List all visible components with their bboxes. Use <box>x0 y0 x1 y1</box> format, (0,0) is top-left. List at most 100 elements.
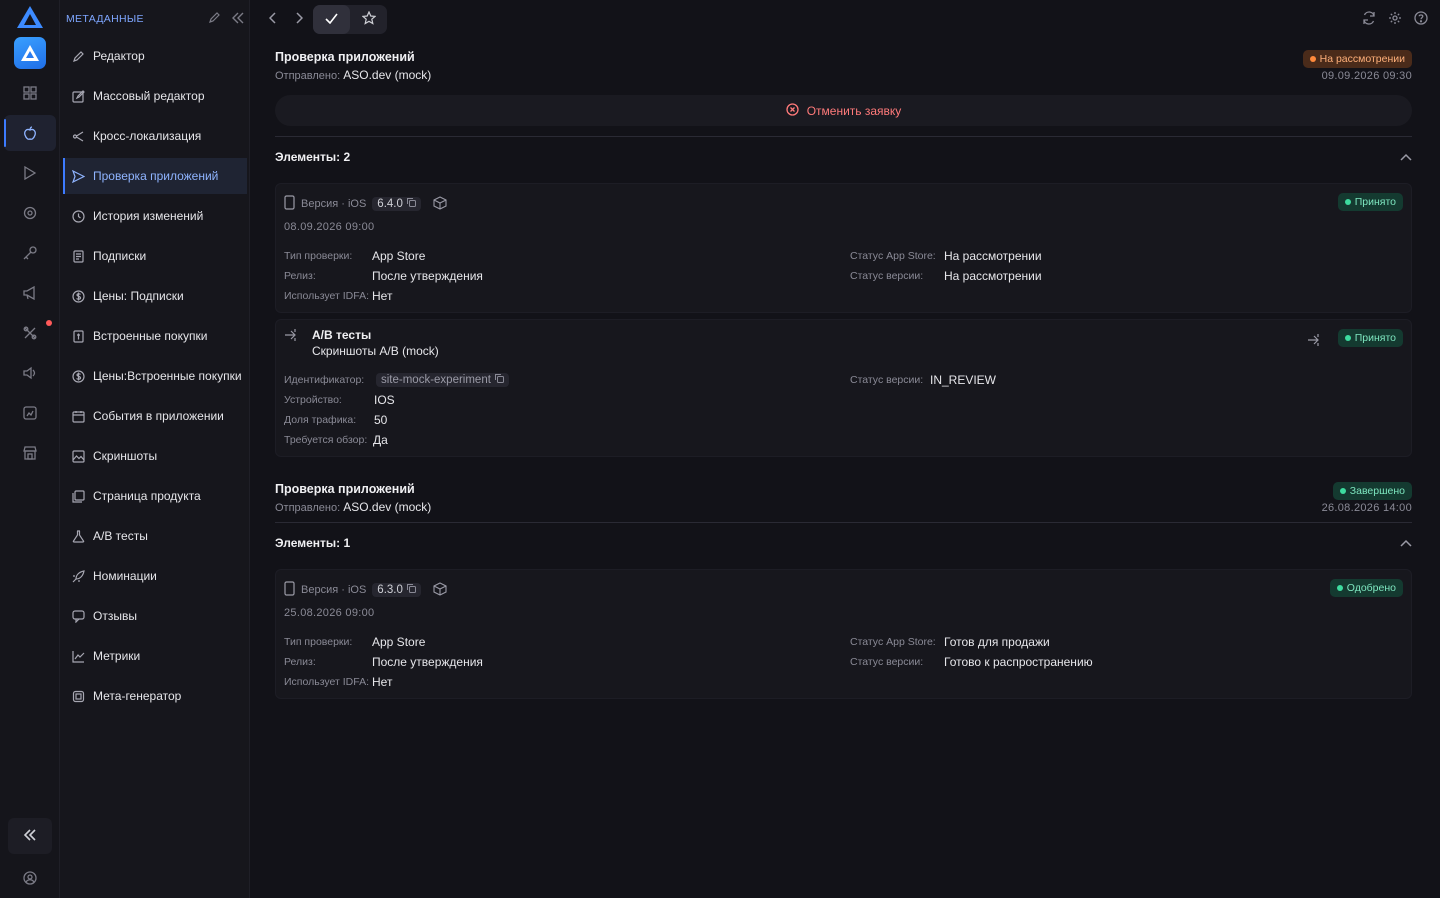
back-button[interactable] <box>264 10 282 28</box>
double-chevron-left-icon <box>23 828 37 844</box>
package-icon[interactable] <box>433 581 447 599</box>
key-icon[interactable] <box>20 243 40 263</box>
send-icon <box>71 169 85 183</box>
flask-icon <box>71 529 85 543</box>
dollar-circle-icon <box>71 289 85 303</box>
review-date: 09.09.2026 09:30 <box>1321 70 1412 82</box>
user-circle-icon[interactable] <box>20 868 40 888</box>
sidebar-item-ab-tests[interactable]: A/B тесты <box>63 518 247 554</box>
package-icon[interactable] <box>433 195 447 213</box>
ab-test-subtitle: Скриншоты A/B (mock) <box>312 344 439 358</box>
version-chip[interactable]: 6.3.0 <box>372 583 421 597</box>
version-card: Версия · iOS 6.4.0 08.09.2026 09:00 Прин… <box>275 183 1412 313</box>
status-badge: Принято <box>1337 193 1403 211</box>
review-required-field: Требуется обзор: Да <box>284 433 388 447</box>
status-badge: Принято <box>1337 329 1403 347</box>
share-icon <box>71 129 85 143</box>
ab-test-icon <box>284 328 300 345</box>
status-badge: Завершено <box>1332 482 1412 500</box>
sidebar-item-history[interactable]: История изменений <box>63 198 247 234</box>
sidebar-item-subscription-prices[interactable]: Цены: Подписки <box>63 278 247 314</box>
sidebar-item-reviews[interactable]: Отзывы <box>63 598 247 634</box>
sidebar-item-app-review[interactable]: Проверка приложений <box>63 158 247 194</box>
volume-icon[interactable] <box>20 363 40 383</box>
divider <box>275 522 1412 523</box>
idfa-field: Использует IDFA: Нет <box>284 675 393 689</box>
review-sender: Отправлено: ASO.dev (mock) <box>275 500 432 514</box>
sidebar-item-nominations[interactable]: Номинации <box>63 558 247 594</box>
refresh-icon[interactable] <box>1362 11 1376 28</box>
copy-icon <box>406 198 416 210</box>
chevron-up-icon[interactable] <box>1400 150 1412 164</box>
sidebar-item-in-app-events[interactable]: События в приложении <box>63 398 247 434</box>
cancel-request-button[interactable]: Отменить заявку <box>275 95 1412 126</box>
copy-icon <box>406 584 416 596</box>
document-icon <box>71 249 85 263</box>
release-field: Релиз: После утверждения <box>284 655 483 669</box>
target-icon[interactable] <box>20 203 40 223</box>
sidebar-item-editor[interactable]: Редактор <box>63 38 247 74</box>
sidebar-item-iap-prices[interactable]: Цены:Встроенные покупки <box>63 358 247 394</box>
close-circle-icon <box>786 102 799 119</box>
status-badge: На рассмотрении <box>1302 50 1412 68</box>
sidebar-item-metrics[interactable]: Метрики <box>63 638 247 674</box>
sidebar-title: МЕТАДАННЫЕ <box>66 13 144 25</box>
history-icon <box>71 209 85 223</box>
notification-dot <box>46 320 52 326</box>
dollar-circle-icon <box>71 369 85 383</box>
version-status-field: Статус версии: Готово к распространению <box>850 655 1093 669</box>
favorite-toggle-button[interactable] <box>350 5 387 34</box>
collapse-rail-button[interactable] <box>8 818 52 854</box>
image-icon <box>71 449 85 463</box>
report-icon[interactable] <box>20 403 40 423</box>
review-title: Проверка приложений <box>275 482 415 496</box>
app-icon[interactable] <box>14 37 46 69</box>
chevron-up-icon[interactable] <box>1400 536 1412 550</box>
store-status-field: Статус App Store: Готов для продажи <box>850 635 1050 649</box>
elements-header-1[interactable]: Элементы: 2 <box>275 147 1412 167</box>
review-date: 26.08.2026 14:00 <box>1321 502 1412 514</box>
store-icon[interactable] <box>20 443 40 463</box>
sidebar-item-bulk-editor[interactable]: Массовый редактор <box>63 78 247 114</box>
double-chevron-left-icon[interactable] <box>232 12 244 27</box>
ab-test-card: A/B тесты Скриншоты A/B (mock) Принято И… <box>275 319 1412 457</box>
sidebar-item-cross-localization[interactable]: Кросс-локализация <box>63 118 247 154</box>
check-type-field: Тип проверки: App Store <box>284 635 426 649</box>
help-icon[interactable] <box>1414 11 1428 28</box>
review-header-2: Проверка приложений Отправлено: ASO.dev … <box>275 482 1412 514</box>
sidebar-item-screenshots[interactable]: Скриншоты <box>63 438 247 474</box>
check-type-field: Тип проверки: App Store <box>284 249 426 263</box>
megaphone-icon[interactable] <box>20 283 40 303</box>
rocket-icon <box>71 569 85 583</box>
idfa-field: Использует IDFA: Нет <box>284 289 393 303</box>
gear-icon[interactable] <box>1388 11 1402 28</box>
elements-header-2[interactable]: Элементы: 1 <box>275 533 1412 553</box>
chevron-left-icon <box>268 11 277 27</box>
version-chip[interactable]: 6.4.0 <box>372 197 421 211</box>
release-field: Релиз: После утверждения <box>284 269 483 283</box>
identifier-field: Идентификатор: site-mock-experiment <box>284 373 509 387</box>
forward-button[interactable] <box>290 10 308 28</box>
play-icon[interactable] <box>20 163 40 183</box>
check-icon <box>325 13 338 27</box>
divider <box>275 136 1412 137</box>
apple-icon[interactable] <box>4 115 56 151</box>
store-status-field: Статус App Store: На рассмотрении <box>850 249 1042 263</box>
main-content: Проверка приложений Отправлено: ASO.dev … <box>250 0 1440 898</box>
dashboard-icon[interactable] <box>20 83 40 103</box>
phone-icon <box>284 195 295 213</box>
tools-icon[interactable] <box>20 323 40 343</box>
sidebar-item-product-page[interactable]: Страница продукта <box>63 478 247 514</box>
sidebar-item-in-app-purchases[interactable]: Встроенные покупки <box>63 318 247 354</box>
version-date: 25.08.2026 09:00 <box>284 607 375 619</box>
chip-icon <box>71 689 85 703</box>
view-toggle <box>313 5 387 34</box>
sidebar-item-subscriptions[interactable]: Подписки <box>63 238 247 274</box>
review-title: Проверка приложений <box>275 50 415 64</box>
ab-test-icon[interactable] <box>1307 333 1323 350</box>
check-toggle-button[interactable] <box>313 5 350 34</box>
review-header-1: Проверка приложений Отправлено: ASO.dev … <box>275 50 1412 82</box>
sidebar-item-meta-generator[interactable]: Мета-генератор <box>63 678 247 714</box>
pencil-icon[interactable] <box>208 11 220 27</box>
chart-icon <box>71 649 85 663</box>
